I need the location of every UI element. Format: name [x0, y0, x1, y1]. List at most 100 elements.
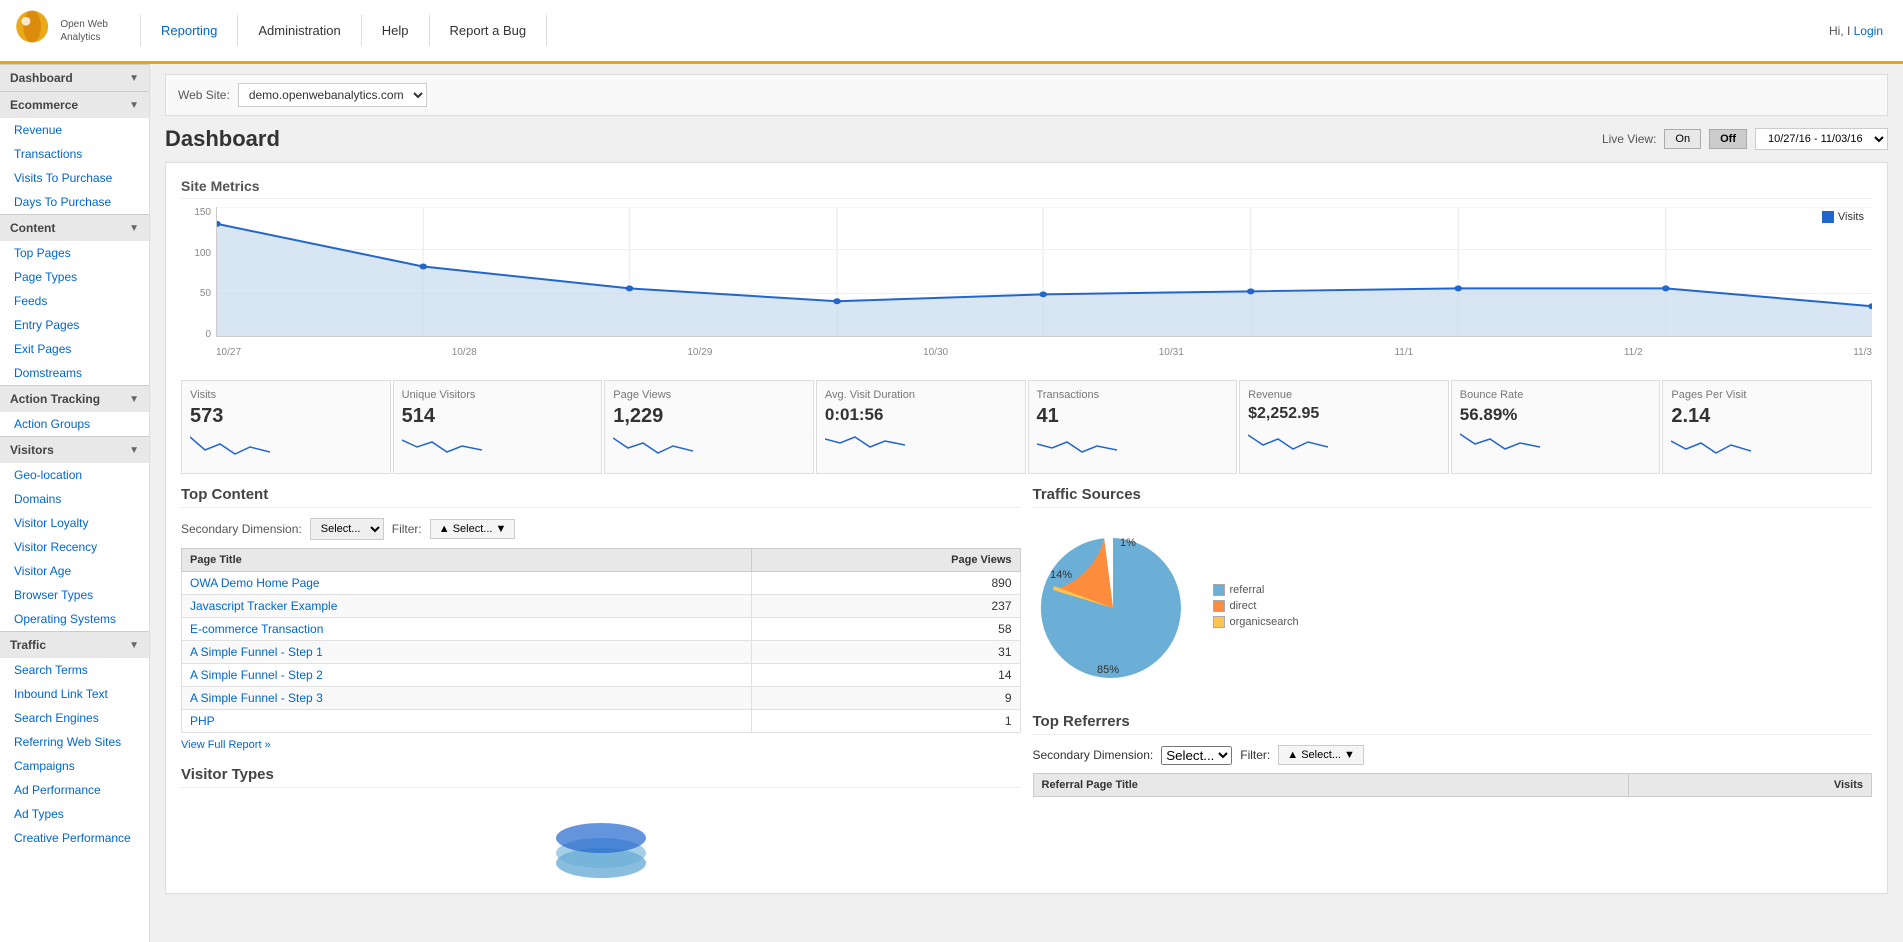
- page-title-cell: A Simple Funnel - Step 2: [182, 664, 752, 687]
- sidebar-item-visits-to-purchase[interactable]: Visits To Purchase: [0, 166, 149, 190]
- sidebar-item-search-terms[interactable]: Search Terms: [0, 658, 149, 682]
- login-link[interactable]: Login: [1854, 24, 1883, 38]
- sidebar-item-campaigns[interactable]: Campaigns: [0, 754, 149, 778]
- sidebar-item-exit-pages[interactable]: Exit Pages: [0, 337, 149, 361]
- site-selector[interactable]: demo.openwebanalytics.com: [238, 83, 427, 107]
- pie-svg: 85% 14% 1%: [1033, 528, 1193, 688]
- sidebar-item-domstreams[interactable]: Domstreams: [0, 361, 149, 385]
- x-label-1030: 10/30: [923, 347, 948, 358]
- visits-legend-label: Visits: [1838, 211, 1864, 223]
- sidebar-item-visitor-age[interactable]: Visitor Age: [0, 559, 149, 583]
- sidebar-item-entry-pages[interactable]: Entry Pages: [0, 313, 149, 337]
- nav-help[interactable]: Help: [362, 15, 430, 46]
- nav-report-bug[interactable]: Report a Bug: [430, 15, 548, 46]
- page-title-link[interactable]: A Simple Funnel - Step 1: [190, 645, 323, 659]
- sidebar-item-operating-systems[interactable]: Operating Systems: [0, 607, 149, 631]
- page-title-cell: Javascript Tracker Example: [182, 595, 752, 618]
- page-views-cell: 1: [752, 710, 1020, 733]
- visits-legend-color: [1822, 211, 1834, 223]
- sidebar-item-days-to-purchase[interactable]: Days To Purchase: [0, 190, 149, 214]
- referrers-filter-button[interactable]: ▲ Select... ▼: [1278, 745, 1364, 765]
- sidebar-item-referring-web-sites[interactable]: Referring Web Sites: [0, 730, 149, 754]
- metric-transactions: Transactions 41: [1028, 380, 1238, 474]
- svg-text:1%: 1%: [1120, 537, 1136, 549]
- metric-revenue: Revenue $2,252.95: [1239, 380, 1449, 474]
- sidebar-item-feeds[interactable]: Feeds: [0, 289, 149, 313]
- x-label-1029: 10/29: [687, 347, 712, 358]
- header-right: Hi, I Login: [1829, 24, 1883, 38]
- sidebar-item-page-types[interactable]: Page Types: [0, 265, 149, 289]
- metric-page-views: Page Views 1,229: [604, 380, 814, 474]
- secondary-dimension-label: Secondary Dimension:: [181, 522, 302, 536]
- col-visits: Visits: [1629, 774, 1872, 797]
- sidebar-item-visitor-recency[interactable]: Visitor Recency: [0, 535, 149, 559]
- filter-button[interactable]: ▲ Select... ▼: [430, 519, 516, 539]
- page-title-link[interactable]: A Simple Funnel - Step 2: [190, 668, 323, 682]
- page-title-link[interactable]: E-commerce Transaction: [190, 622, 323, 636]
- sidebar-section-traffic[interactable]: Traffic ▼: [0, 631, 149, 658]
- left-column: Top Content Secondary Dimension: Select.…: [181, 486, 1021, 878]
- metric-avg-visit-duration-value: 0:01:56: [825, 405, 1017, 425]
- referrers-controls: Secondary Dimension: Select... Filter: ▲…: [1033, 745, 1873, 765]
- sidebar-section-visitors[interactable]: Visitors ▼: [0, 436, 149, 463]
- sidebar-section-dashboard[interactable]: Dashboard ▼: [0, 64, 149, 91]
- table-row: A Simple Funnel - Step 1 31: [182, 641, 1021, 664]
- page-title-cell: OWA Demo Home Page: [182, 572, 752, 595]
- sidebar-item-search-engines[interactable]: Search Engines: [0, 706, 149, 730]
- referral-label: referral: [1230, 584, 1265, 596]
- page-title-link[interactable]: PHP: [190, 714, 215, 728]
- visitor-types-title: Visitor Types: [181, 766, 1021, 788]
- live-view-off-button[interactable]: Off: [1709, 129, 1747, 149]
- sidebar-item-transactions[interactable]: Transactions: [0, 142, 149, 166]
- x-label-113: 11/3: [1853, 347, 1872, 358]
- logo-text: Open Web Analytics: [60, 18, 140, 44]
- sidebar-item-revenue[interactable]: Revenue: [0, 118, 149, 142]
- page-views-cell: 14: [752, 664, 1020, 687]
- table-row: Javascript Tracker Example237: [182, 595, 1021, 618]
- sidebar-item-geo-location[interactable]: Geo-location: [0, 463, 149, 487]
- page-title-link[interactable]: OWA Demo Home Page: [190, 576, 320, 590]
- y-label-150: 150: [181, 207, 211, 218]
- referrers-secondary-label: Secondary Dimension:: [1033, 748, 1154, 762]
- sidebar-section-content[interactable]: Content ▼: [0, 214, 149, 241]
- table-row: PHP 1: [182, 710, 1021, 733]
- sidebar-item-inbound-link-text[interactable]: Inbound Link Text: [0, 682, 149, 706]
- page-views-cell: 31: [752, 641, 1020, 664]
- dashboard-title: Dashboard: [165, 126, 280, 152]
- view-full-report-link[interactable]: View Full Report »: [181, 739, 1021, 751]
- sidebar-item-visitor-loyalty[interactable]: Visitor Loyalty: [0, 511, 149, 535]
- sidebar: Dashboard ▼ Ecommerce ▼ Revenue Transact…: [0, 64, 150, 942]
- sidebar-item-creative-performance[interactable]: Creative Performance: [0, 826, 149, 850]
- nav-reporting[interactable]: Reporting: [140, 15, 238, 46]
- y-label-50: 50: [181, 288, 211, 299]
- organicsearch-label: organicsearch: [1230, 616, 1299, 628]
- page-title-link[interactable]: A Simple Funnel - Step 3: [190, 691, 323, 705]
- sidebar-item-ad-types[interactable]: Ad Types: [0, 802, 149, 826]
- col-page-views: Page Views: [752, 549, 1020, 572]
- metric-visits-value: 573: [190, 405, 382, 428]
- secondary-dimension-select[interactable]: Select...: [310, 518, 384, 540]
- referrers-secondary-select[interactable]: Select...: [1161, 746, 1232, 765]
- sidebar-item-domains[interactable]: Domains: [0, 487, 149, 511]
- pie-legend-referral: referral: [1213, 584, 1299, 596]
- sidebar-section-action-tracking[interactable]: Action Tracking ▼: [0, 385, 149, 412]
- content-arrow: ▼: [129, 223, 139, 234]
- sidebar-item-action-groups[interactable]: Action Groups: [0, 412, 149, 436]
- action-tracking-arrow: ▼: [129, 394, 139, 405]
- sidebar-item-ad-performance[interactable]: Ad Performance: [0, 778, 149, 802]
- page-views-sparkline: [613, 432, 693, 462]
- chart-svg: [217, 207, 1872, 336]
- direct-label: direct: [1230, 600, 1257, 612]
- sidebar-item-browser-types[interactable]: Browser Types: [0, 583, 149, 607]
- nav-administration[interactable]: Administration: [238, 15, 361, 46]
- sidebar-item-top-pages[interactable]: Top Pages: [0, 241, 149, 265]
- page-title-link[interactable]: Javascript Tracker Example: [190, 599, 337, 613]
- sidebar-section-ecommerce[interactable]: Ecommerce ▼: [0, 91, 149, 118]
- metric-pages-per-visit-label: Pages Per Visit: [1671, 389, 1863, 401]
- unique-visitors-sparkline: [402, 432, 482, 462]
- main-content: Web Site: demo.openwebanalytics.com Dash…: [150, 64, 1903, 942]
- x-label-112: 11/2: [1624, 347, 1643, 358]
- traffic-sources-area: 85% 14% 1% referral: [1033, 518, 1873, 698]
- live-view-on-button[interactable]: On: [1664, 129, 1701, 149]
- date-range-selector[interactable]: 10/27/16 - 11/03/16: [1755, 128, 1888, 150]
